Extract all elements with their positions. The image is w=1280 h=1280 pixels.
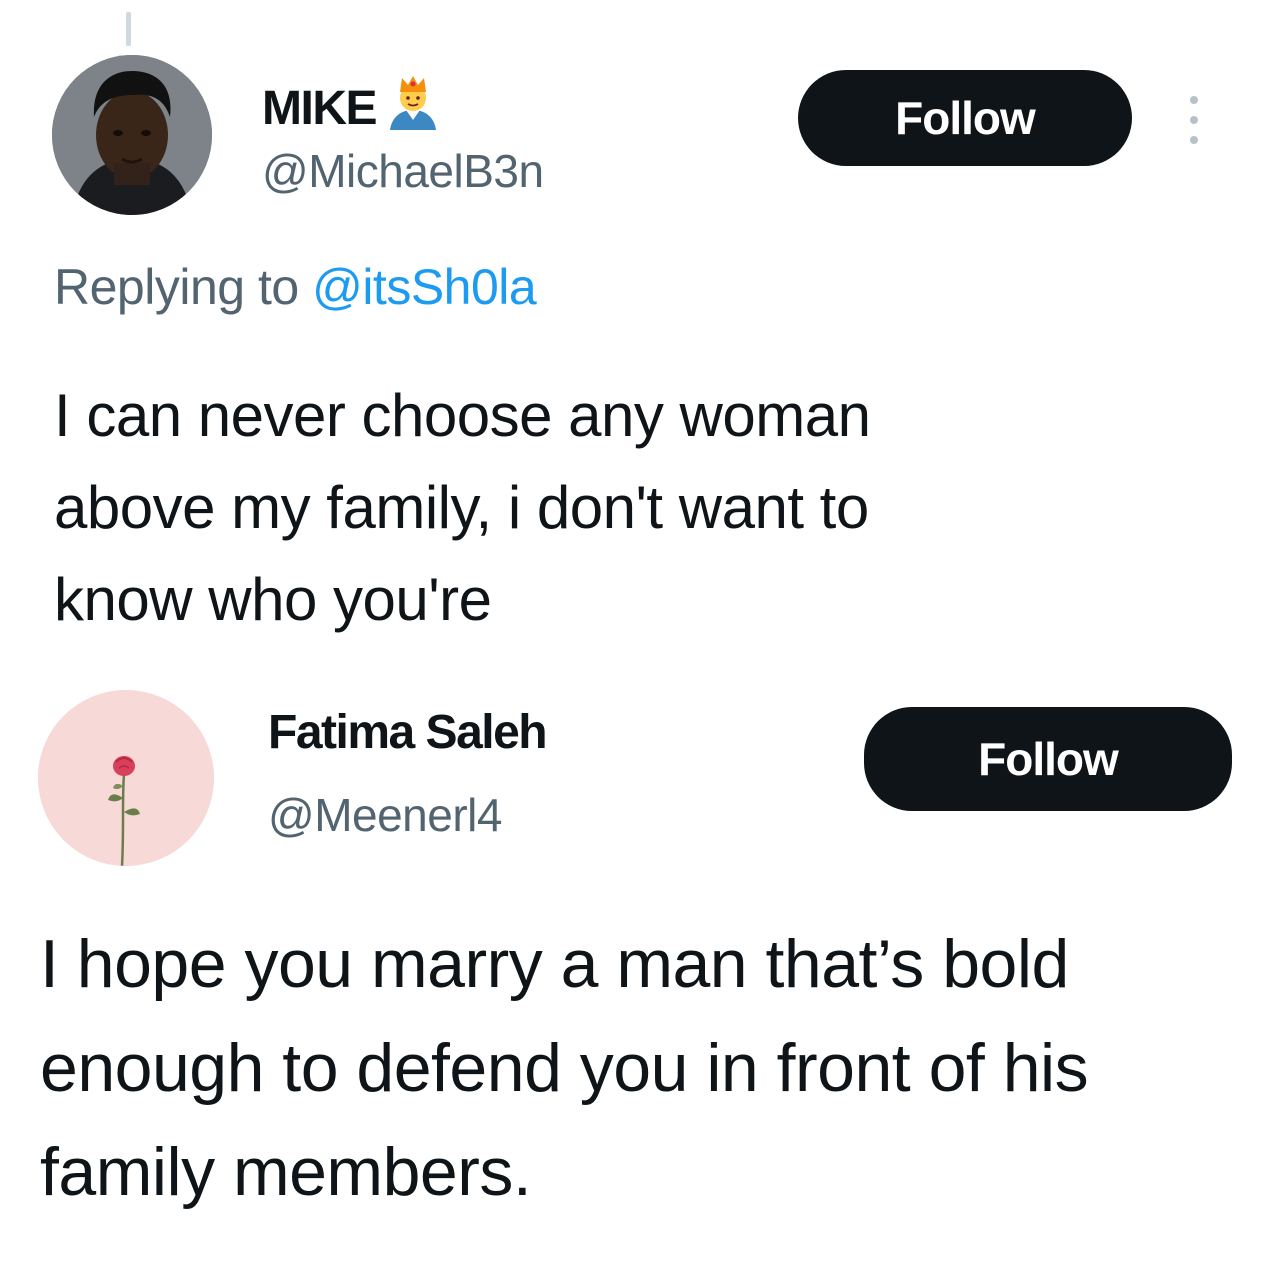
display-name[interactable]: Fatima Saleh bbox=[268, 705, 548, 760]
tweet-text-line: know who you're bbox=[54, 566, 492, 633]
man-with-crown-emoji-icon bbox=[384, 72, 442, 142]
replying-to-label: Replying to bbox=[54, 259, 299, 315]
tweet-text-line: enough to defend you in front of his bbox=[40, 1030, 1089, 1106]
tweet-text-line: I hope you marry a man that’s bold bbox=[40, 926, 1069, 1002]
tweet-text-line: above my family, i don't want to bbox=[54, 474, 869, 541]
replying-to-mention-link[interactable]: @itsSh0la bbox=[312, 259, 537, 315]
display-name-text: MIKE bbox=[262, 82, 378, 135]
avatar[interactable] bbox=[52, 55, 212, 215]
more-options-button[interactable] bbox=[1178, 90, 1210, 150]
display-name[interactable]: MIKE bbox=[262, 72, 442, 142]
thread-connector-line bbox=[126, 12, 131, 46]
more-vertical-icon-dot bbox=[1190, 116, 1198, 124]
replying-to-line: Replying to @itsSh0la bbox=[54, 258, 537, 316]
tweet-text-line: family members. bbox=[40, 1134, 532, 1210]
tweet-text: I hope you marry a man that’s bold enoug… bbox=[40, 912, 1089, 1224]
user-photo-icon bbox=[52, 55, 212, 215]
more-vertical-icon bbox=[1190, 96, 1198, 104]
tweet-text-line: I can never choose any woman bbox=[54, 382, 871, 449]
follow-button[interactable]: Follow bbox=[864, 707, 1232, 811]
rose-icon bbox=[38, 690, 214, 866]
user-handle[interactable]: @MichaelB3n bbox=[262, 144, 544, 198]
user-handle[interactable]: @Meenerl4 bbox=[268, 788, 502, 842]
tweet-text: I can never choose any woman above my fa… bbox=[54, 370, 871, 646]
follow-button[interactable]: Follow bbox=[798, 70, 1132, 166]
more-vertical-icon-dot bbox=[1190, 136, 1198, 144]
avatar[interactable] bbox=[38, 690, 214, 866]
